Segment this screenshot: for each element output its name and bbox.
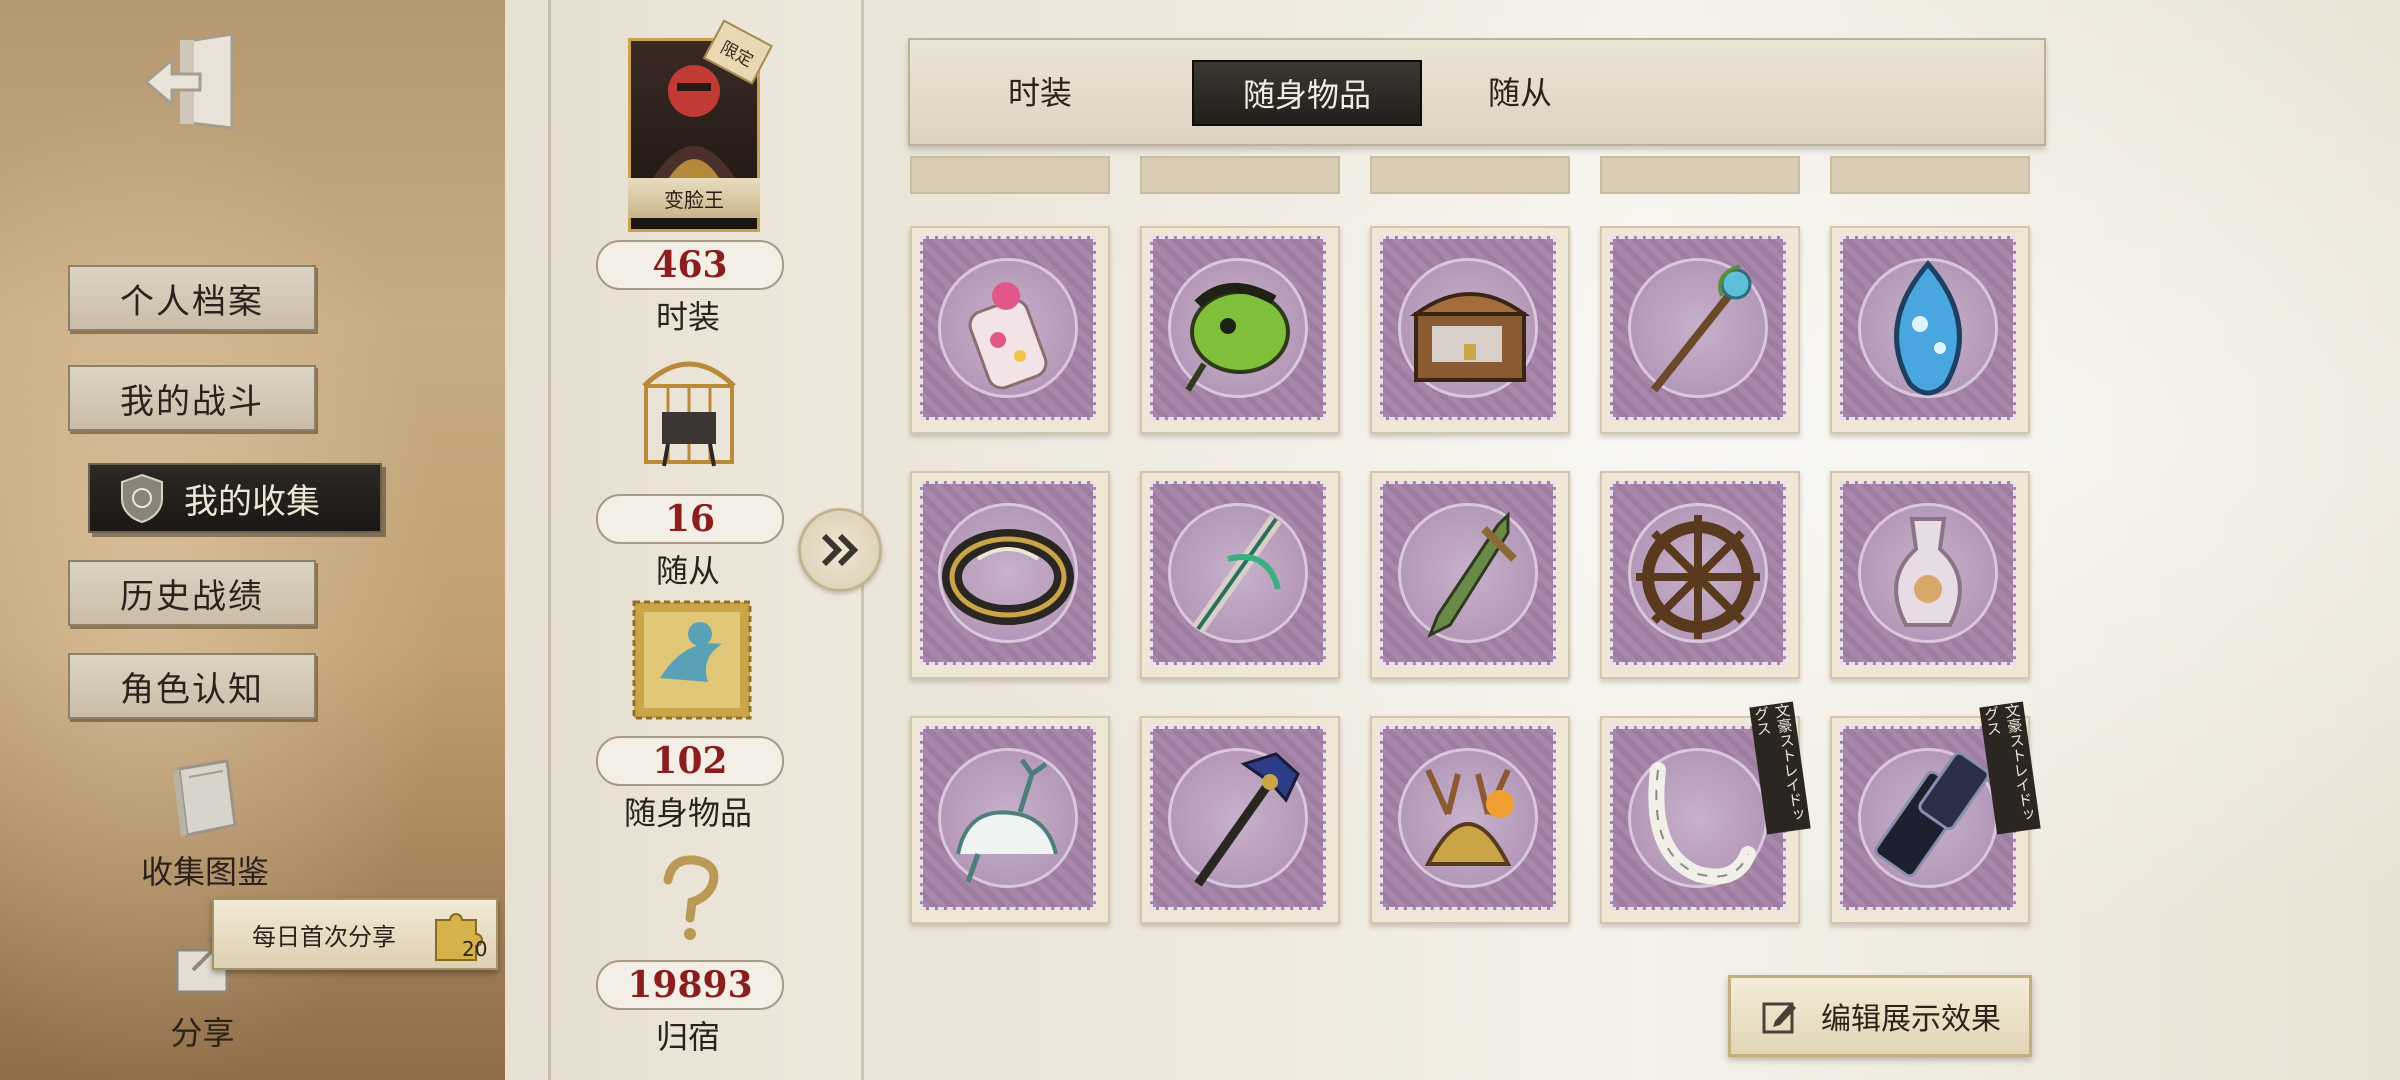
puzzle-reward-icon: 20 (428, 906, 498, 968)
share-label: 分享 (170, 1014, 235, 1052)
accessory-stamp-vine-dagger[interactable] (1370, 471, 1570, 679)
accessory-stamp-treasure-chest[interactable] (1370, 226, 1570, 434)
menu-collection-button[interactable]: 我的收集 (88, 463, 382, 533)
menu-history-label: 历史战绩 (120, 576, 264, 617)
menu-profile-label: 个人档案 (120, 281, 264, 322)
stat-costume-label: 时装 (655, 298, 720, 336)
exit-icon[interactable] (142, 30, 242, 135)
accessory-stamp-white-deer[interactable] (910, 716, 1110, 924)
wand-icon (1192, 514, 1282, 634)
stamp-partial[interactable] (1600, 156, 1800, 194)
accessory-stamp-feather-scepter[interactable] (1140, 716, 1340, 924)
menu-character-button[interactable]: 角色认知 (68, 653, 316, 719)
edit-icon (1762, 1002, 1796, 1034)
gem-icon (1894, 260, 1962, 396)
tab-costume-label: 时装 (1007, 74, 1072, 112)
tab-accessory[interactable]: 随身物品 (1192, 60, 1422, 126)
stat-destination-count: 19893 (596, 960, 784, 1010)
stamp-partial[interactable] (910, 156, 1110, 194)
edit-display-label: 编辑展示效果 (1821, 1002, 2001, 1037)
accessory-stamp-antler-lantern[interactable] (1370, 716, 1570, 924)
menu-battle-button[interactable]: 我的战斗 (68, 365, 316, 431)
menu-character-label: 角色认知 (120, 669, 264, 710)
question-mark-icon (650, 854, 730, 948)
menu-battle-label: 我的战斗 (120, 381, 264, 422)
stat-companion-count: 16 (596, 494, 784, 544)
shield-icon (118, 473, 166, 524)
bracelet-icon (942, 529, 1074, 625)
menu-history-button[interactable]: 历史战绩 (68, 560, 316, 626)
stamp-partial[interactable] (1370, 156, 1570, 194)
accessory-stamp-flip-phone[interactable]: 文豪ストレイドッグス (1830, 701, 2041, 924)
collection-book-button[interactable]: 收集图鉴 (130, 755, 280, 893)
tail-icon (1648, 762, 1756, 885)
accessory-stamp-green-wand[interactable] (1140, 471, 1340, 679)
accessory-stamp-green-creature[interactable] (1140, 226, 1340, 434)
accessory-stamp-blue-gem-pendant[interactable] (1830, 226, 2030, 434)
phone-icon (1874, 751, 1990, 878)
tab-bar: 时装 随身物品 随从 (908, 38, 2046, 146)
scepter-icon (1194, 752, 1300, 887)
tab-companion[interactable]: 随从 (1450, 60, 1590, 122)
deer-icon (956, 758, 1058, 883)
book-icon (173, 759, 237, 837)
bottle-icon (968, 282, 1048, 390)
antler-icon (1424, 768, 1514, 866)
stat-accessory-label: 随身物品 (623, 794, 752, 832)
tab-companion-label: 随从 (1487, 74, 1552, 112)
companion-cage-icon (634, 346, 744, 480)
tab-costume[interactable]: 时装 (970, 60, 1110, 122)
flask-icon (1894, 517, 1962, 627)
daily-share-text: 每日首次分享 (252, 922, 396, 951)
collection-book-label: 收集图鉴 (140, 853, 269, 891)
menu-profile-button[interactable]: 个人档案 (68, 265, 316, 331)
tab-accessory-label: 随身物品 (1242, 76, 1371, 114)
expand-button[interactable] (798, 508, 882, 592)
portrait-name: 变脸王 (628, 178, 760, 218)
accessory-stamp-golden-bracelet[interactable] (910, 471, 1110, 679)
accessory-stamp-icon (630, 598, 754, 726)
dagger-icon (1427, 511, 1517, 639)
accessory-stamp-ship-wheel[interactable] (1600, 471, 1800, 679)
stat-costume-count: 463 (596, 240, 784, 290)
stamp-partial[interactable] (1830, 156, 2030, 194)
stamp-partial[interactable] (1140, 156, 1340, 194)
accessory-stamp-crystal-staff[interactable] (1600, 226, 1800, 434)
stat-companion-label: 随从 (655, 552, 720, 590)
accessory-stamp-crystal-flask[interactable] (1830, 471, 2030, 679)
edit-display-button[interactable]: 编辑展示效果 (1728, 975, 2032, 1057)
menu-collection-label: 我的收集 (184, 481, 320, 522)
chest-icon (1409, 292, 1531, 382)
stat-accessory-count: 102 (596, 736, 784, 786)
accessory-stamp-bottle-charm[interactable] (910, 226, 1110, 434)
puzzle-reward-count: 20 (462, 937, 487, 961)
staff-icon (1650, 264, 1752, 393)
accessory-stamp-white-tail[interactable]: 文豪ストレイドッグス (1600, 701, 1811, 924)
wheel-icon (1636, 515, 1760, 639)
creature-icon (1185, 283, 1290, 392)
stat-destination-label: 归宿 (655, 1018, 720, 1056)
double-chevron-right-icon (821, 533, 859, 567)
